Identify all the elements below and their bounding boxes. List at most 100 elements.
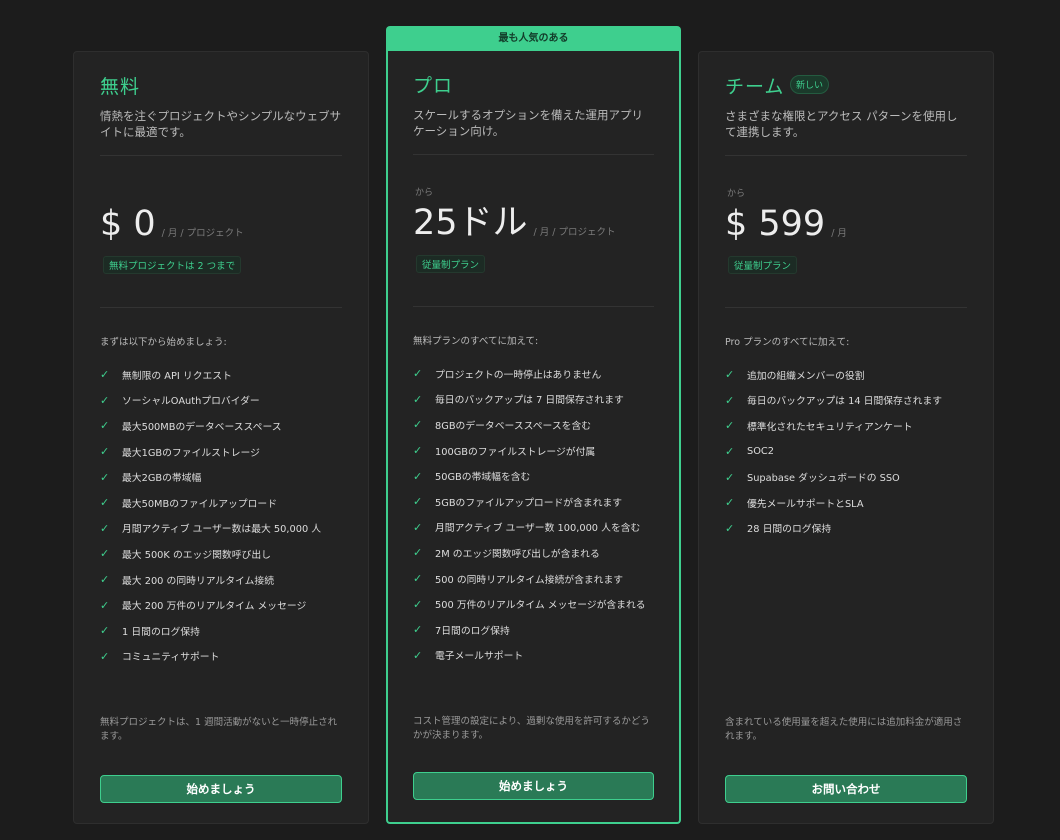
divider xyxy=(413,154,654,155)
feature-item: ✓ 50GBの帯域幅を含む xyxy=(413,463,654,489)
divider xyxy=(725,155,967,156)
check-icon: ✓ xyxy=(413,469,423,483)
plan-type-badge: 従量制プラン xyxy=(416,255,486,273)
divider xyxy=(725,307,967,308)
feature-item: ✓ 500 万件のリアルタイム メッセージが含まれる xyxy=(413,591,654,617)
feature-label: 優先メールサポートとSLA xyxy=(747,498,864,510)
check-icon: ✓ xyxy=(100,624,110,638)
check-icon: ✓ xyxy=(413,546,423,560)
plan-name: 無料 xyxy=(100,76,141,98)
check-icon: ✓ xyxy=(725,470,735,484)
feature-item: ✓ 毎日のバックアップは 7 日間保存されます xyxy=(413,387,654,413)
feature-label: 最大1GBのファイルストレージ xyxy=(122,447,260,459)
feature-label: 28 日間のログ保持 xyxy=(747,524,832,536)
feature-item: ✓ 追加の組織メンバーの役割 xyxy=(725,362,967,388)
check-icon: ✓ xyxy=(725,521,735,535)
check-icon: ✓ xyxy=(100,573,110,587)
divider xyxy=(100,307,342,308)
feature-label: 最大 200 万件のリアルタイム メッセージ xyxy=(122,601,307,613)
feature-item: ✓ 1 日間のログ保持 xyxy=(100,618,342,644)
price-period: / 月 / プロジェクト xyxy=(533,227,616,238)
feature-label: 毎日のバックアップは 14 日間保存されます xyxy=(747,396,943,408)
feature-label: 7日間のログ保持 xyxy=(435,625,510,637)
check-icon: ✓ xyxy=(413,572,423,586)
feature-item: ✓ 標準化されたセキュリティアンケート xyxy=(725,413,967,439)
divider xyxy=(413,306,654,307)
check-icon: ✓ xyxy=(725,419,735,433)
feature-label: 最大 200 の同時リアルタイム接続 xyxy=(122,575,274,587)
feature-list: ✓ 追加の組織メンバーの役割 ✓ 毎日のバックアップは 14 日間保存されます ✓ 標… xyxy=(725,362,967,541)
feature-item: ✓ 最大 500K のエッジ関数呼び出し xyxy=(100,541,342,567)
feature-label: 電子メールサポート xyxy=(435,651,524,663)
feature-item: ✓ SOC2 xyxy=(725,439,967,465)
plan-description: 情熱を注ぐプロジェクトやシンプルなウェブサイトに最適です。 xyxy=(100,109,342,139)
plan-description: スケールするオプションを備えた運用アプリケーション向け。 xyxy=(413,108,643,138)
feature-label: SOC2 xyxy=(747,446,775,458)
feature-item: ✓ 7日間のログ保持 xyxy=(413,617,654,643)
feature-label: 最大500MBのデータベーススペース xyxy=(122,421,282,433)
features-intro: まずは以下から始めましょう: xyxy=(100,337,227,348)
check-icon: ✓ xyxy=(413,392,423,406)
feature-label: 1 日間のログ保持 xyxy=(122,626,200,638)
new-badge: 新しい xyxy=(790,75,830,94)
get-started-button[interactable]: 始めましょう xyxy=(413,772,654,800)
check-icon: ✓ xyxy=(100,496,110,510)
feature-item: ✓ 最大50MBのファイルアップロード xyxy=(100,490,342,516)
price-row: $ 599 / 月 xyxy=(725,204,847,244)
check-icon: ✓ xyxy=(725,445,735,459)
plan-price: 25ドル xyxy=(413,203,528,243)
feature-label: ソーシャルOAuthプロバイダー xyxy=(122,396,260,408)
feature-item: ✓ 優先メールサポートとSLA xyxy=(725,490,967,516)
check-icon: ✓ xyxy=(413,623,423,637)
price-row: 25ドル / 月 / プロジェクト xyxy=(413,203,616,243)
plan-price: $ 0 xyxy=(100,204,156,244)
price-from-label: から xyxy=(415,188,434,198)
feature-label: 無制限の API リクエスト xyxy=(122,370,232,382)
feature-item: ✓ 最大500MBのデータベーススペース xyxy=(100,413,342,439)
feature-item: ✓ 月間アクティブ ユーザー数は最大 50,000 人 xyxy=(100,516,342,542)
feature-list: ✓ プロジェクトの一時停止はありません ✓ 毎日のバックアップは 7 日間保存されま… xyxy=(413,361,654,668)
plan-price: $ 599 xyxy=(725,204,826,244)
get-started-button[interactable]: 始めましょう xyxy=(100,775,342,803)
price-from-label: から xyxy=(727,189,746,199)
check-icon: ✓ xyxy=(725,368,735,382)
check-icon: ✓ xyxy=(413,495,423,509)
check-icon: ✓ xyxy=(413,418,423,432)
most-popular-banner: 最も人気のある xyxy=(386,26,681,51)
plan-footnote: 無料プロジェクトは、1 週間活動がないと一時停止されます。 xyxy=(100,717,338,742)
feature-item: ✓ 8GBのデータベーススペースを含む xyxy=(413,412,654,438)
feature-list: ✓ 無制限の API リクエスト ✓ ソーシャルOAuthプロバイダー ✓ 最大500… xyxy=(100,362,342,669)
check-icon: ✓ xyxy=(413,444,423,458)
check-icon: ✓ xyxy=(100,649,110,663)
feature-label: プロジェクトの一時停止はありません xyxy=(435,369,602,381)
plan-limit-badge: 無料プロジェクトは 2 つまで xyxy=(103,256,242,274)
check-icon: ✓ xyxy=(413,520,423,534)
plan-footnote: コスト管理の設定により、過剰な使用を許可するかどうかが決まります。 xyxy=(413,716,650,741)
feature-label: 5GBのファイルアップロードが含まれます xyxy=(435,497,623,509)
feature-label: 500 万件のリアルタイム メッセージが含まれる xyxy=(435,600,646,612)
plan-name: プロ xyxy=(413,75,454,97)
check-icon: ✓ xyxy=(100,521,110,535)
feature-item: ✓ 100GBのファイルストレージが付属 xyxy=(413,438,654,464)
feature-label: 毎日のバックアップは 7 日間保存されます xyxy=(435,395,624,407)
feature-label: 500 の同時リアルタイム接続が含まれます xyxy=(435,574,624,586)
price-period: / 月 / プロジェクト xyxy=(161,228,244,239)
feature-label: 標準化されたセキュリティアンケート xyxy=(747,421,913,433)
plan-card-pro: プロ スケールするオプションを備えた運用アプリケーション向け。 から 25ドル … xyxy=(386,51,681,824)
check-icon: ✓ xyxy=(100,393,110,407)
features-intro: Pro プランのすべてに加えて: xyxy=(725,337,850,348)
check-icon: ✓ xyxy=(413,367,423,381)
contact-us-button[interactable]: お問い合わせ xyxy=(725,775,967,803)
feature-item: ✓ 5GBのファイルアップロードが含まれます xyxy=(413,489,654,515)
feature-label: 8GBのデータベーススペースを含む xyxy=(435,420,592,432)
plan-card-free: 無料 情熱を注ぐプロジェクトやシンプルなウェブサイトに最適です。 $ 0 / 月… xyxy=(73,51,369,824)
plan-name: チーム xyxy=(725,76,785,98)
feature-label: コミュニティサポート xyxy=(122,652,220,664)
feature-item: ✓ 毎日のバックアップは 14 日間保存されます xyxy=(725,388,967,414)
check-icon: ✓ xyxy=(100,598,110,612)
feature-item: ✓ 2M のエッジ関数呼び出しが含まれる xyxy=(413,540,654,566)
divider xyxy=(100,155,342,156)
check-icon: ✓ xyxy=(100,470,110,484)
plan-footnote: 含まれている使用量を超えた使用には追加料金が適用されます。 xyxy=(725,717,963,742)
check-icon: ✓ xyxy=(100,419,110,433)
